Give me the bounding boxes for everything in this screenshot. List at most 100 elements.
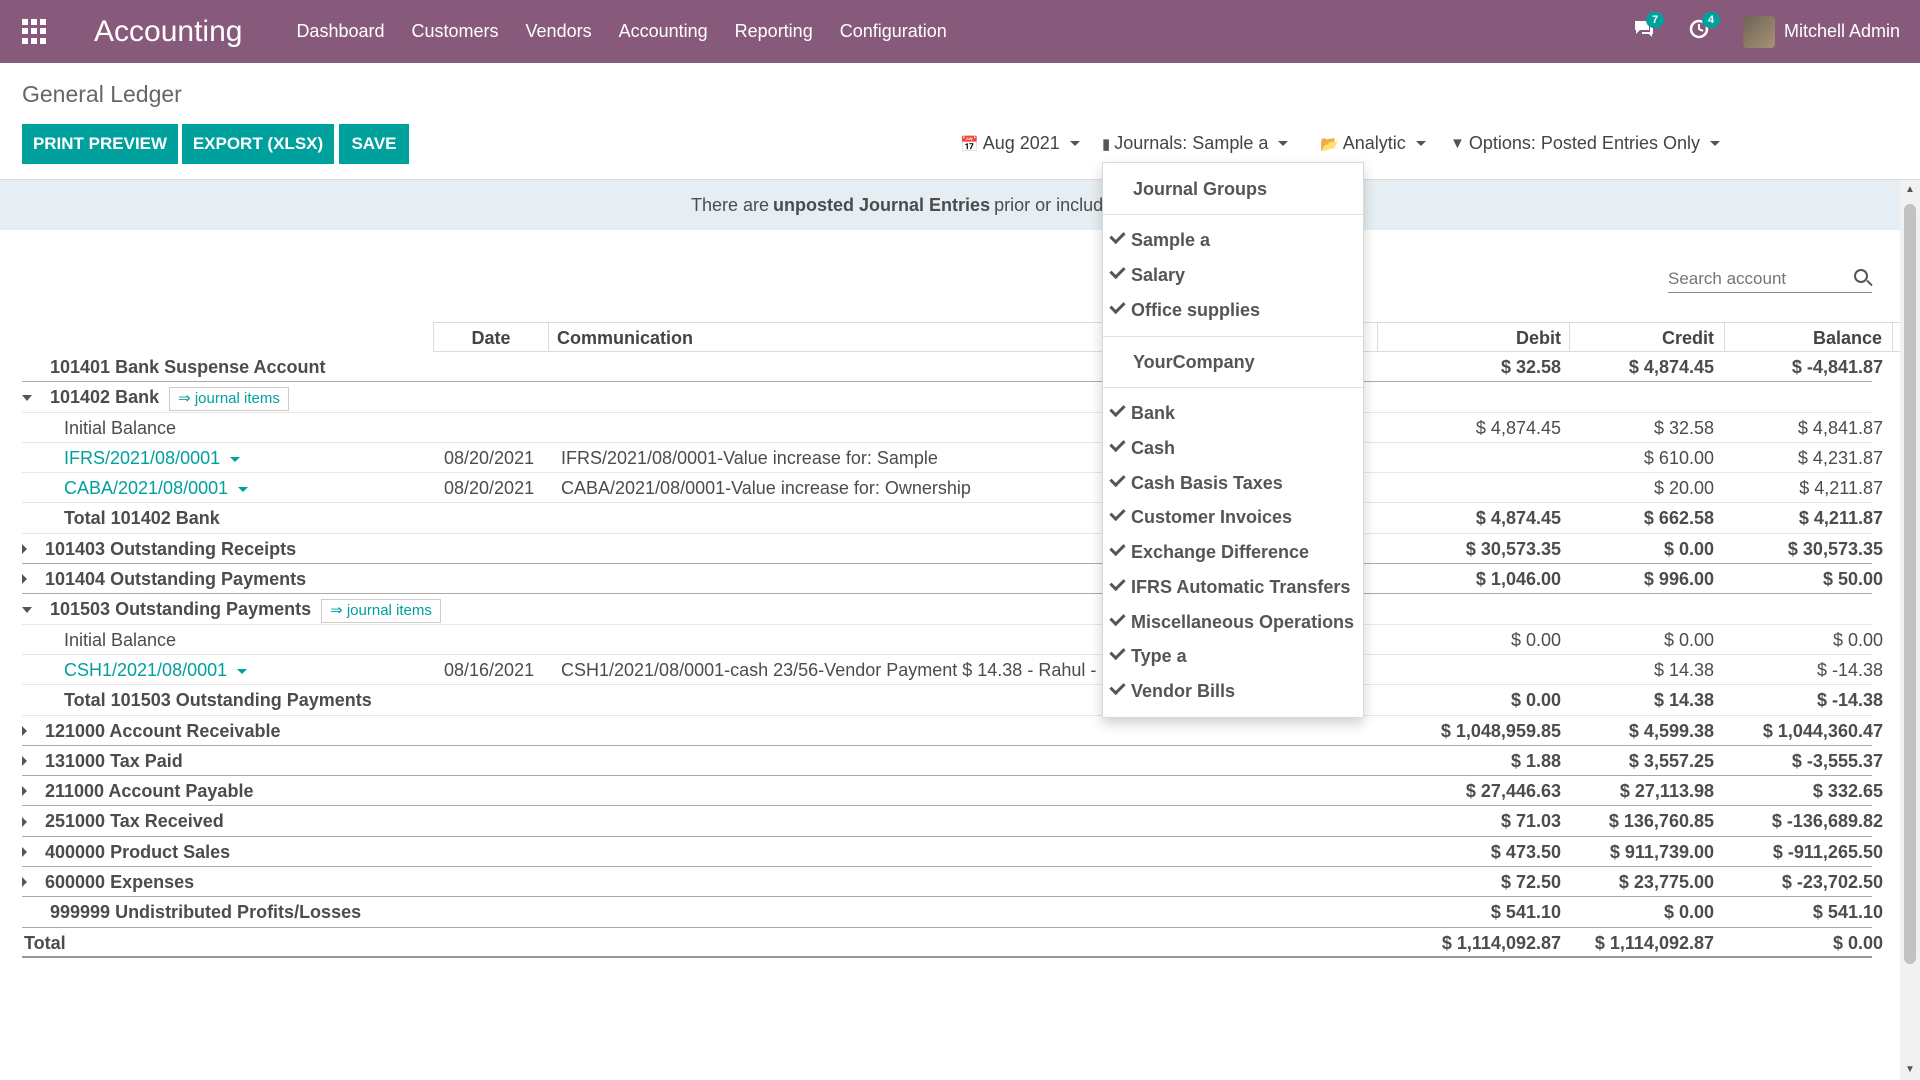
account-row[interactable]: 101401 Bank Suspense Account $ 32.58 $ 4… [22,352,1883,383]
menu-accounting[interactable]: Accounting [619,21,708,42]
check-icon [1109,297,1126,315]
check-icon [1109,262,1126,280]
journals-dropdown-menu: Journal Groups Sample a Salary Office su… [1102,162,1364,718]
journal-items-link[interactable]: ⇒ journal items [321,598,441,623]
account-row[interactable]: 999999 Undistributed Profits/Losses $ 54… [22,897,1883,928]
date-filter-label: Aug 2021 [982,133,1060,153]
top-navbar: Accounting Dashboard Customers Vendors A… [0,0,1920,63]
total-row: Total 101503 Outstanding Payments $ 0.00… [22,685,1883,716]
apps-menu-icon[interactable] [22,18,48,45]
calendar-icon: 📅 [960,135,979,153]
journal-item-row: CSH1/2021/08/0001 08/16/2021 CSH1/2021/0… [22,655,1883,686]
collapse-caret-icon[interactable] [22,394,32,401]
scrollbar-thumb[interactable] [1904,204,1916,964]
initial-balance-row: Initial Balance $ 0.00 $ 0.00 $ 0.00 [22,625,1883,655]
journal-groups-header: Journal Groups [1133,179,1268,199]
export-xlsx-button[interactable]: EXPORT (XLSX) [182,124,334,164]
account-row[interactable]: 101403 Outstanding Receipts $ 30,573.35 … [22,534,1883,565]
table-header: Date Communication Debit Credit Balance [22,322,1900,352]
journal-option-vendor-bills[interactable]: Vendor Bills [1109,678,1235,702]
search-icon[interactable] [1854,269,1868,283]
expand-caret-icon[interactable] [22,786,27,797]
menu-reporting[interactable]: Reporting [735,21,813,42]
total-row: Total 101402 Bank $ 4,874.45 $ 662.58 $ … [22,503,1883,534]
messages-icon[interactable]: 7 [1633,11,1665,45]
account-search[interactable] [1668,265,1872,293]
menu-dashboard[interactable]: Dashboard [296,21,384,42]
journal-option-cash-basis-taxes[interactable]: Cash Basis Taxes [1109,470,1283,494]
expand-caret-icon[interactable] [22,725,27,736]
app-title[interactable]: Accounting [94,15,242,49]
journal-items-link[interactable]: ⇒ journal items [169,386,289,411]
account-row[interactable]: 101404 Outstanding Payments $ 1,046.00 $… [22,564,1883,595]
grand-total-row: Total $ 1,114,092.87 $ 1,114,092.87 $ 0.… [22,928,1883,958]
account-row[interactable]: 400000 Product Sales $ 473.50 $ 911,739.… [22,837,1883,868]
expand-caret-icon[interactable] [22,816,27,827]
page-title: General Ledger [22,81,182,107]
caret-down-icon[interactable] [237,668,248,674]
journal-option-bank[interactable]: Bank [1109,400,1175,424]
check-icon [1109,678,1126,696]
account-row[interactable]: 121000 Account Receivable $ 1,048,959.85… [22,716,1883,746]
expand-caret-icon[interactable] [22,756,27,767]
journal-option-cash[interactable]: Cash [1109,435,1175,459]
menu-vendors[interactable]: Vendors [526,21,592,42]
journal-option-type-a[interactable]: Type a [1109,643,1187,667]
account-row[interactable]: 251000 Tax Received $ 71.03 $ 136,760.85… [22,806,1883,837]
account-row-expanded[interactable]: 101402 Bank ⇒ journal items [22,382,1872,413]
analytic-filter[interactable]: 📂 Analytic [1320,133,1426,154]
header-date: Date [433,322,548,352]
options-filter-label: Options: Posted Entries Only [1468,133,1700,153]
date-filter[interactable]: 📅 Aug 2021 [960,133,1080,154]
caret-down-icon[interactable] [230,456,241,462]
expand-caret-icon[interactable] [22,877,27,888]
expand-caret-icon[interactable] [22,574,27,585]
account-row[interactable]: 211000 Account Payable $ 27,446.63 $ 27,… [22,776,1883,807]
vertical-scrollbar[interactable]: ▲ ▼ [1900,180,1920,1080]
group-option-sample-a[interactable]: Sample a [1109,227,1210,251]
check-icon [1109,470,1126,488]
journal-option-miscellaneous-operations[interactable]: Miscellaneous Operations [1109,609,1354,633]
user-name[interactable]: Mitchell Admin [1784,21,1900,42]
move-link[interactable]: CABA/2021/08/0001 [64,473,249,503]
expand-caret-icon[interactable] [22,544,27,555]
scroll-down-arrow-icon[interactable]: ▼ [1905,1064,1915,1075]
print-preview-button[interactable]: PRINT PREVIEW [22,124,178,164]
journal-option-customer-invoices[interactable]: Customer Invoices [1109,504,1292,528]
options-filter[interactable]: ▼ Options: Posted Entries Only [1450,133,1720,154]
journals-filter-label: Journals: Sample a [1114,133,1269,153]
general-ledger-table: Date Communication Debit Credit Balance … [22,322,1900,958]
header-debit: Debit [1377,322,1569,352]
unposted-entries-alert: There are unposted Journal Entries prior… [0,180,1900,230]
save-button[interactable]: SAVE [339,124,409,164]
caret-down-icon[interactable] [238,486,249,492]
move-link[interactable]: IFRS/2021/08/0001 [64,443,241,473]
menu-configuration[interactable]: Configuration [840,21,947,42]
move-link[interactable]: CSH1/2021/08/0001 [64,655,248,685]
activities-badge: 4 [1701,11,1721,28]
collapse-caret-icon[interactable] [22,606,32,613]
check-icon [1109,435,1126,453]
journal-item-row: IFRS/2021/08/0001 08/20/2021 IFRS/2021/0… [22,443,1883,474]
menu-customers[interactable]: Customers [412,21,499,42]
check-icon [1109,400,1126,418]
check-icon [1109,227,1126,245]
analytic-filter-label: Analytic [1342,133,1406,153]
header-credit: Credit [1569,322,1724,352]
user-avatar[interactable] [1742,15,1775,48]
group-option-salary[interactable]: Salary [1109,262,1185,286]
unposted-entries-link[interactable]: unposted Journal Entries [773,195,990,216]
expand-caret-icon[interactable] [22,847,27,857]
funnel-icon: ▼ [1450,135,1465,152]
initial-balance-row: Initial Balance $ 4,874.45 $ 32.58 $ 4,8… [22,413,1883,443]
group-option-office-supplies[interactable]: Office supplies [1109,297,1260,321]
search-account-input[interactable] [1668,265,1838,289]
account-row-expanded[interactable]: 101503 Outstanding Payments ⇒ journal ite… [22,594,1872,625]
journal-option-exchange-difference[interactable]: Exchange Difference [1109,539,1309,563]
scroll-up-arrow-icon[interactable]: ▲ [1905,184,1915,195]
account-row[interactable]: 131000 Tax Paid $ 1.88 $ 3,557.25 $ -3,5… [22,746,1883,777]
journal-option-ifrs-automatic-transfers[interactable]: IFRS Automatic Transfers [1109,574,1350,598]
account-row[interactable]: 600000 Expenses $ 72.50 $ 23,775.00 $ -2… [22,867,1883,898]
activities-icon[interactable]: 4 [1689,11,1721,45]
journals-filter[interactable]: ▮ Journals: Sample a [1102,133,1289,154]
